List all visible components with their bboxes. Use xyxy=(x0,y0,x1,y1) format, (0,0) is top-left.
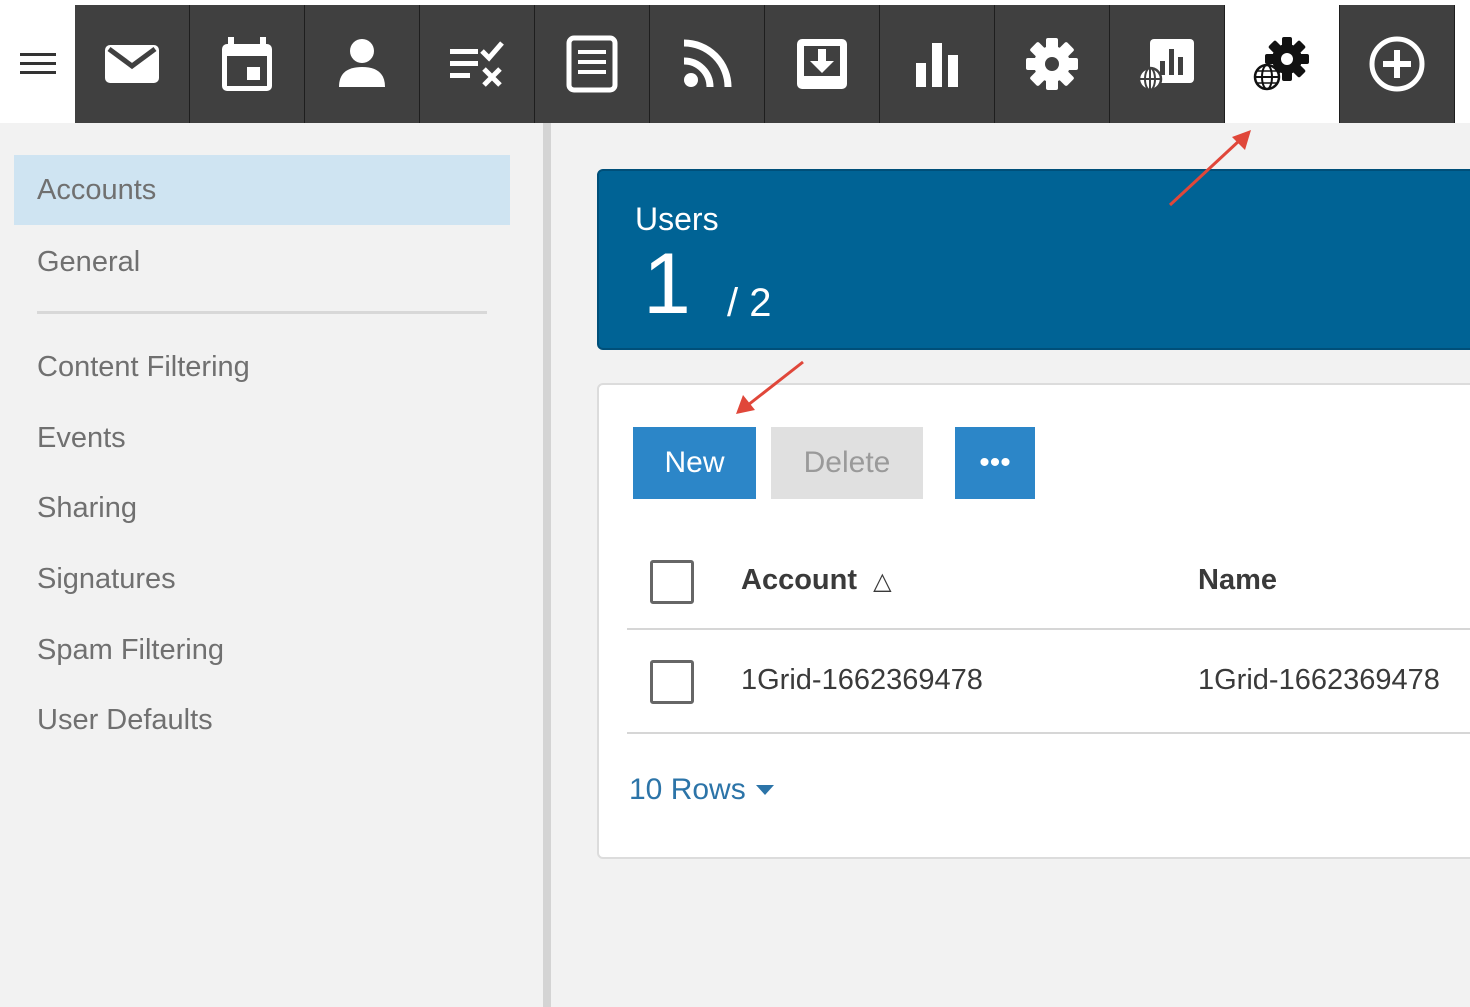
column-header-name[interactable]: Name xyxy=(1198,564,1277,597)
delete-button[interactable]: Delete xyxy=(771,427,923,499)
notes-icon xyxy=(566,35,618,93)
mail-icon xyxy=(105,45,159,83)
chevron-down-icon xyxy=(755,785,774,795)
column-header-account[interactable]: Account △ xyxy=(741,564,892,597)
sidebar-resize-handle[interactable] xyxy=(543,123,551,1007)
toolbar-downloads-button[interactable] xyxy=(765,5,880,123)
domain-settings-icon xyxy=(1253,37,1309,91)
rss-icon xyxy=(683,39,732,88)
sidebar-item-sharing[interactable]: Sharing xyxy=(14,473,510,543)
add-icon xyxy=(1369,36,1425,92)
toolbar-tasks-button[interactable] xyxy=(420,5,535,123)
contacts-icon xyxy=(339,39,385,87)
table-row-divider xyxy=(627,732,1470,734)
tasks-icon xyxy=(450,41,504,87)
downloads-icon xyxy=(797,39,847,89)
top-bar xyxy=(0,0,1470,123)
new-button[interactable]: New xyxy=(633,427,756,499)
users-count: 1 xyxy=(643,236,691,332)
more-actions-button[interactable]: ••• xyxy=(955,427,1035,499)
row-checkbox[interactable] xyxy=(650,660,694,704)
reports-icon xyxy=(916,43,958,87)
column-header-account-label: Account xyxy=(741,564,857,596)
users-card-title: Users xyxy=(635,201,719,237)
toolbar-mail-button[interactable] xyxy=(75,5,190,123)
sidebar-item-content-filtering[interactable]: Content Filtering xyxy=(14,332,510,402)
users-summary-card: Users 1 / 2 xyxy=(597,169,1470,350)
sidebar-item-general[interactable]: General xyxy=(14,227,510,297)
rows-per-page-label: 10 Rows xyxy=(629,773,746,806)
toolbar-reports-button[interactable] xyxy=(880,5,995,123)
calendar-icon xyxy=(222,37,272,91)
settings-sidebar: Accounts General Content Filtering Event… xyxy=(0,123,543,1007)
cell-name: 1Grid-1662369478 xyxy=(1198,664,1440,696)
toolbar-calendar-button[interactable] xyxy=(190,5,305,123)
rows-per-page-dropdown[interactable]: 10 Rows xyxy=(629,773,774,807)
sort-ascending-icon: △ xyxy=(873,568,892,595)
users-total: / 2 xyxy=(727,281,772,325)
settings-icon xyxy=(1026,38,1078,90)
sidebar-item-signatures[interactable]: Signatures xyxy=(14,544,510,614)
toolbar-domain-settings-button[interactable] xyxy=(1225,5,1340,123)
toolbar-notes-button[interactable] xyxy=(535,5,650,123)
toolbar-settings-button[interactable] xyxy=(995,5,1110,123)
select-all-checkbox[interactable] xyxy=(650,560,694,604)
accounts-panel: New Delete ••• Account △ Name 1Grid-1662… xyxy=(597,383,1470,859)
sidebar-item-user-defaults[interactable]: User Defaults xyxy=(14,685,510,755)
sidebar-divider xyxy=(37,311,487,314)
toolbar-rss-button[interactable] xyxy=(650,5,765,123)
cell-account: 1Grid-1662369478 xyxy=(741,664,983,696)
sidebar-item-events[interactable]: Events xyxy=(14,403,510,473)
toolbar-domain-reports-button[interactable] xyxy=(1110,5,1225,123)
domain-reports-icon xyxy=(1137,39,1194,92)
app-toolbar xyxy=(75,5,1455,123)
sidebar-item-accounts[interactable]: Accounts xyxy=(14,155,510,225)
toolbar-contacts-button[interactable] xyxy=(305,5,420,123)
hamburger-menu-icon[interactable] xyxy=(0,5,75,123)
toolbar-add-button[interactable] xyxy=(1340,5,1455,123)
table-header-divider xyxy=(627,628,1470,630)
sidebar-item-spam-filtering[interactable]: Spam Filtering xyxy=(14,615,510,685)
